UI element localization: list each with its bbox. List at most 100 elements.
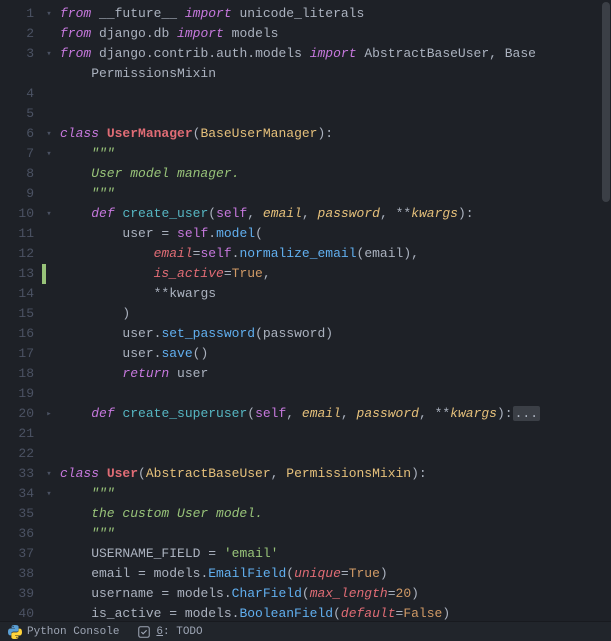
line-number[interactable]: 39 — [4, 584, 34, 604]
code-line[interactable]: username = models.CharField(max_length=2… — [60, 584, 611, 604]
line-number[interactable]: 40 — [4, 604, 34, 621]
fold-empty — [42, 504, 56, 524]
fold-empty — [42, 344, 56, 364]
python-console-label: Python Console — [27, 626, 119, 638]
code-line[interactable]: is_active = models.BooleanField(default=… — [60, 604, 611, 621]
line-number-gutter[interactable]: 1234567891011121314151617181920212233343… — [0, 0, 42, 621]
line-number[interactable]: 5 — [4, 104, 34, 124]
todo-icon — [137, 625, 151, 639]
code-line[interactable] — [60, 444, 611, 464]
fold-expanded-icon[interactable]: ▾ — [42, 4, 56, 24]
todo-label: 6: TODO — [156, 626, 202, 638]
line-number[interactable]: 7 — [4, 144, 34, 164]
code-line[interactable]: from __future__ import unicode_literals — [60, 4, 611, 24]
code-line[interactable]: """ — [60, 144, 611, 164]
code-line[interactable]: user.save() — [60, 344, 611, 364]
line-number[interactable]: 14 — [4, 284, 34, 304]
code-line[interactable] — [60, 384, 611, 404]
line-number[interactable]: 35 — [4, 504, 34, 524]
line-number[interactable]: 8 — [4, 164, 34, 184]
line-number[interactable]: 3 — [4, 44, 34, 64]
code-line[interactable]: from django.contrib.auth.models import A… — [60, 44, 611, 64]
fold-empty — [42, 584, 56, 604]
code-line[interactable]: """ — [60, 184, 611, 204]
fold-empty — [42, 224, 56, 244]
code-line[interactable]: is_active=True, — [60, 264, 611, 284]
code-line[interactable]: **kwargs — [60, 284, 611, 304]
fold-column[interactable]: ▾▾▾▾▾▸▾▾ — [42, 0, 56, 621]
change-marker — [42, 264, 46, 284]
fold-empty — [42, 84, 56, 104]
fold-empty — [42, 104, 56, 124]
fold-expanded-icon[interactable]: ▾ — [42, 144, 56, 164]
code-line[interactable]: email=self.normalize_email(email), — [60, 244, 611, 264]
fold-empty — [42, 524, 56, 544]
code-line[interactable]: class UserManager(BaseUserManager): — [60, 124, 611, 144]
code-line[interactable] — [60, 84, 611, 104]
scrollbar-thumb[interactable] — [602, 2, 610, 202]
line-number[interactable]: 20 — [4, 404, 34, 424]
line-number[interactable]: 19 — [4, 384, 34, 404]
code-line[interactable]: def create_superuser(self, email, passwo… — [60, 404, 611, 424]
fold-empty — [42, 64, 56, 84]
line-number[interactable]: 34 — [4, 484, 34, 504]
line-number[interactable]: 37 — [4, 544, 34, 564]
line-number[interactable]: 4 — [4, 84, 34, 104]
fold-empty — [42, 424, 56, 444]
code-line[interactable]: PermissionsMixin — [60, 64, 611, 84]
line-number[interactable]: 13 — [4, 264, 34, 284]
fold-empty — [42, 564, 56, 584]
code-line[interactable] — [60, 104, 611, 124]
line-number[interactable]: 15 — [4, 304, 34, 324]
fold-collapsed-icon[interactable]: ▸ — [42, 404, 56, 424]
code-line[interactable]: user = self.model( — [60, 224, 611, 244]
code-line[interactable]: class User(AbstractBaseUser, Permissions… — [60, 464, 611, 484]
line-number[interactable]: 6 — [4, 124, 34, 144]
fold-empty — [42, 444, 56, 464]
fold-empty — [42, 24, 56, 44]
code-line[interactable]: the custom User model. — [60, 504, 611, 524]
fold-expanded-icon[interactable]: ▾ — [42, 44, 56, 64]
fold-empty — [42, 324, 56, 344]
line-number[interactable]: 17 — [4, 344, 34, 364]
line-number[interactable]: 2 — [4, 24, 34, 44]
fold-empty — [42, 384, 56, 404]
fold-empty — [42, 304, 56, 324]
code-line[interactable]: """ — [60, 524, 611, 544]
line-number[interactable]: 11 — [4, 224, 34, 244]
fold-expanded-icon[interactable]: ▾ — [42, 484, 56, 504]
line-number[interactable]: 21 — [4, 424, 34, 444]
code-line[interactable]: USERNAME_FIELD = 'email' — [60, 544, 611, 564]
line-number[interactable]: 33 — [4, 464, 34, 484]
vertical-scrollbar[interactable] — [601, 0, 611, 621]
code-line[interactable]: """ — [60, 484, 611, 504]
code-line[interactable]: ) — [60, 304, 611, 324]
fold-empty — [42, 604, 56, 621]
todo-button[interactable]: 6: TODO — [137, 625, 202, 639]
code-line[interactable]: return user — [60, 364, 611, 384]
line-number[interactable] — [4, 64, 34, 84]
line-number[interactable]: 1 — [4, 4, 34, 24]
line-number[interactable]: 22 — [4, 444, 34, 464]
line-number[interactable]: 10 — [4, 204, 34, 224]
code-content[interactable]: from __future__ import unicode_literalsf… — [56, 0, 611, 621]
python-console-button[interactable]: Python Console — [8, 625, 119, 639]
fold-empty — [42, 244, 56, 264]
fold-expanded-icon[interactable]: ▾ — [42, 204, 56, 224]
line-number[interactable]: 12 — [4, 244, 34, 264]
python-icon — [8, 625, 22, 639]
code-line[interactable]: from django.db import models — [60, 24, 611, 44]
line-number[interactable]: 16 — [4, 324, 34, 344]
fold-expanded-icon[interactable]: ▾ — [42, 124, 56, 144]
code-line[interactable]: email = models.EmailField(unique=True) — [60, 564, 611, 584]
line-number[interactable]: 36 — [4, 524, 34, 544]
line-number[interactable]: 9 — [4, 184, 34, 204]
code-line[interactable]: def create_user(self, email, password, *… — [60, 204, 611, 224]
line-number[interactable]: 38 — [4, 564, 34, 584]
fold-empty — [42, 364, 56, 384]
fold-expanded-icon[interactable]: ▾ — [42, 464, 56, 484]
code-line[interactable]: user.set_password(password) — [60, 324, 611, 344]
code-line[interactable]: User model manager. — [60, 164, 611, 184]
line-number[interactable]: 18 — [4, 364, 34, 384]
code-line[interactable] — [60, 424, 611, 444]
